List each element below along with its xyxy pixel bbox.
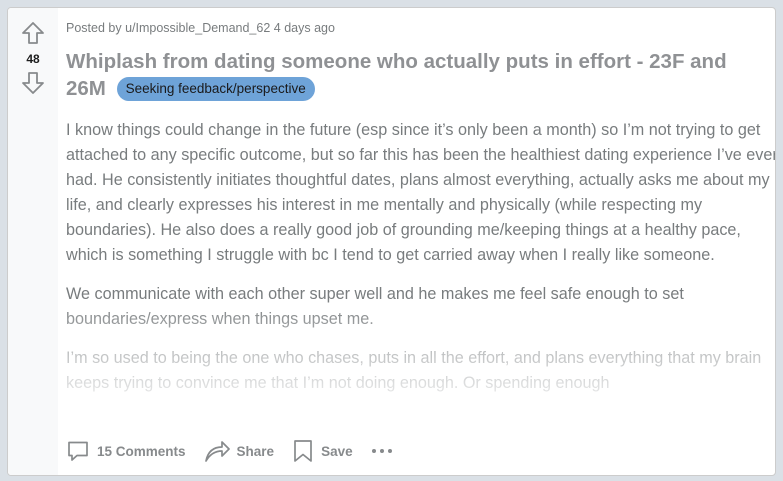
comments-button[interactable]: 15 Comments	[66, 439, 186, 463]
vote-column: 48	[8, 8, 58, 475]
share-button[interactable]: Share	[204, 439, 275, 463]
post-card[interactable]: 48 Posted by u/Impossible_Demand_62 4 da…	[7, 7, 776, 476]
more-icon	[371, 449, 392, 453]
post-actions: 15 Comments Share Save	[66, 436, 418, 466]
post-body: I know things could change in the future…	[66, 118, 776, 423]
upvote-button[interactable]	[20, 20, 46, 46]
post-flair[interactable]: Seeking feedback/perspective	[116, 77, 315, 101]
bookmark-icon	[294, 440, 312, 462]
upvote-icon	[22, 22, 44, 44]
save-label: Save	[321, 443, 353, 459]
post-title[interactable]: Whiplash from dating someone who actuall…	[66, 48, 756, 103]
post-paragraph: I’m so used to being the one who chases,…	[66, 349, 762, 392]
post-paragraph: We communicate with each other super wel…	[66, 285, 684, 328]
comments-label: 15 Comments	[97, 443, 186, 459]
more-options-button[interactable]	[371, 439, 400, 463]
share-label: Share	[236, 443, 275, 459]
downvote-icon	[22, 72, 44, 94]
save-button[interactable]: Save	[292, 439, 353, 463]
comment-icon	[68, 441, 88, 461]
share-icon	[204, 441, 230, 462]
vote-score: 48	[26, 52, 40, 66]
post-meta: Posted by u/Impossible_Demand_62 4 days …	[66, 21, 335, 35]
post-content: Posted by u/Impossible_Demand_62 4 days …	[66, 8, 775, 475]
post-paragraph: I know things could change in the future…	[66, 121, 776, 264]
downvote-button[interactable]	[20, 70, 46, 96]
